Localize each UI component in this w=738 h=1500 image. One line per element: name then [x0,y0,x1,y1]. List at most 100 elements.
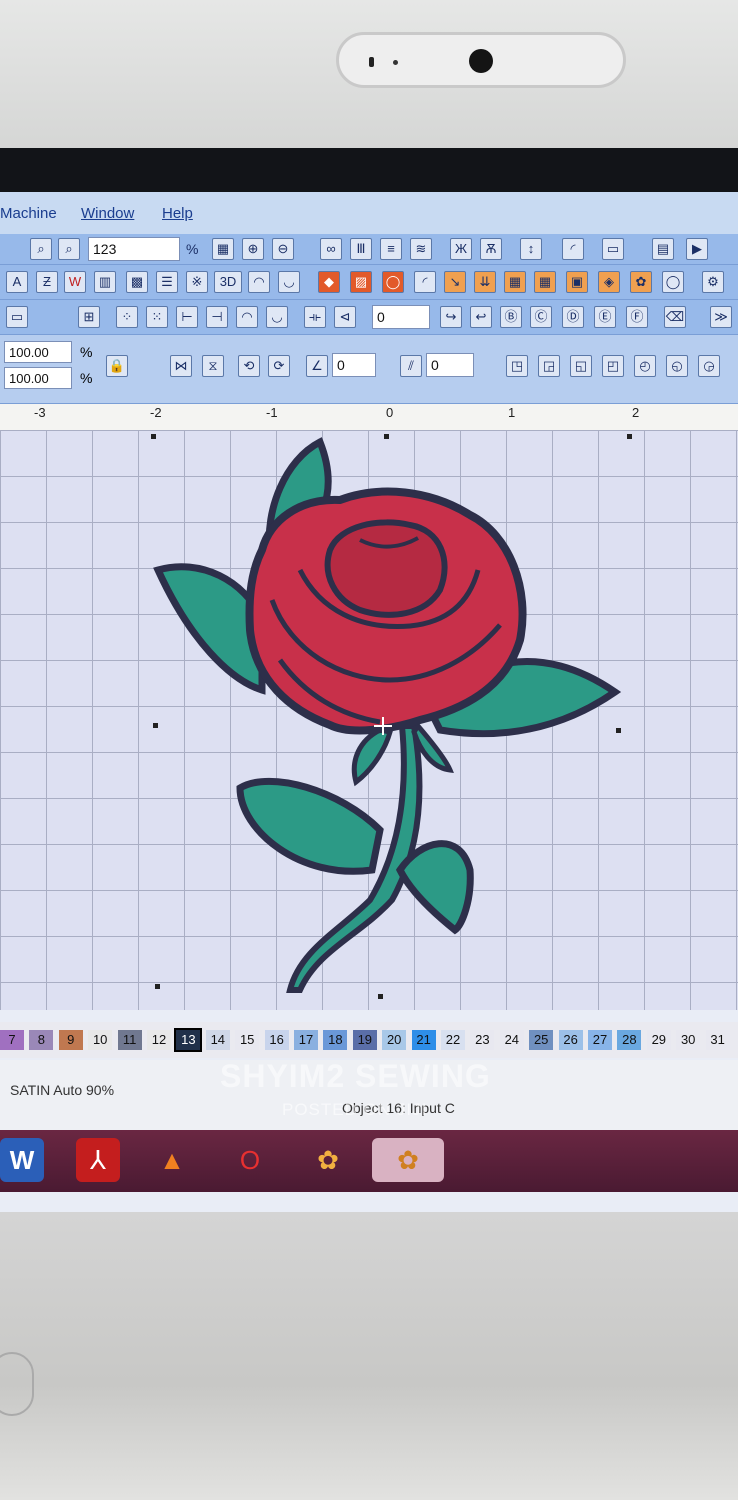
arrange-a-icon[interactable]: ◳ [506,355,528,377]
color-swatch[interactable]: 20 [382,1030,407,1050]
color-swatch[interactable]: 12 [147,1030,171,1050]
lettering-icon[interactable]: A [6,271,28,293]
color-swatch[interactable]: 11 [117,1030,142,1050]
embroidery-app-icon[interactable]: ✿ [306,1138,350,1182]
embroidery-app-active-icon[interactable]: ✿ [372,1138,444,1182]
color-swatch[interactable]: 21 [411,1030,436,1050]
color-select-icon[interactable]: ✿ [630,271,652,293]
gradient-icon[interactable]: ▥ [94,271,116,293]
color-swatch[interactable]: 10 [88,1030,113,1050]
arrange-g-icon[interactable]: ◶ [698,355,720,377]
arc-left-icon[interactable]: ◠ [236,306,258,328]
3d-icon[interactable]: 3D [214,271,242,293]
input-c-icon[interactable]: ◯ [382,271,404,293]
more-icon[interactable]: ≫ [710,306,732,328]
input-a-icon[interactable]: ◆ [318,271,340,293]
tool-e1-icon[interactable]: ↪ [440,306,462,328]
print-icon[interactable]: ▤ [652,238,674,260]
zoom-in-icon[interactable]: ⌕ [30,238,52,260]
stitch-mode-icon[interactable]: ∞ [320,238,342,260]
flip-v-icon[interactable]: ⧖ [202,355,224,377]
wordart-icon[interactable]: W [64,271,86,293]
tool-e6-icon[interactable]: Ⓔ [594,306,616,328]
menu-machine[interactable]: Machine [0,205,57,222]
zoom-previous-icon[interactable]: ⊖ [272,238,294,260]
rotate-left-icon[interactable]: ⟲ [238,355,260,377]
vlc-app-icon[interactable]: ▲ [150,1138,194,1182]
color-swatch[interactable]: 28 [617,1030,642,1050]
stitch-value-input[interactable] [372,305,430,329]
mirror-h-icon[interactable]: ⟛ [304,306,326,328]
lines-icon[interactable]: ☰ [156,271,178,293]
mirror-v-icon[interactable]: ⊲ [334,306,356,328]
fill-pattern-icon[interactable]: ≡ [380,238,402,260]
input-b-icon[interactable]: ▨ [350,271,372,293]
color-swatch[interactable]: 15 [235,1030,260,1050]
dots-a-icon[interactable]: ⁘ [116,306,138,328]
lock-proportions-icon[interactable]: 🔒 [106,355,128,377]
monitor-icon[interactable]: ▭ [602,238,624,260]
align-left-icon[interactable]: ⊢ [176,306,198,328]
opera-app-icon[interactable]: O [228,1138,272,1182]
monogram-icon[interactable]: Ƶ [36,271,58,293]
effect-b-icon[interactable]: ◡ [278,271,300,293]
zoom-out-icon[interactable]: ⌕ [58,238,80,260]
tool-e5-icon[interactable]: Ⓓ [562,306,584,328]
color-swatch[interactable]: 27 [588,1030,612,1050]
color-swatch[interactable]: 23 [470,1030,495,1050]
arrange-d-icon[interactable]: ◰ [602,355,624,377]
run-icon[interactable]: ↘ [444,271,466,293]
tool-e3-icon[interactable]: Ⓑ [500,306,522,328]
align-right-icon[interactable]: ⊣ [206,306,228,328]
arrange-c-icon[interactable]: ◱ [570,355,592,377]
word-app-icon[interactable]: W [0,1138,44,1182]
color-swatch[interactable]: 13 [174,1028,203,1052]
triple-run-icon[interactable]: ⇊ [474,271,496,293]
satin-column-icon[interactable]: Ⅲ [350,238,372,260]
color-swatch[interactable]: 24 [499,1030,524,1050]
color-swatch[interactable]: 18 [323,1030,348,1050]
power-button-icon[interactable] [0,1352,34,1416]
color-swatch[interactable]: 26 [558,1030,583,1050]
flip-h-icon[interactable]: ⋈ [170,355,192,377]
arrange-b-icon[interactable]: ◲ [538,355,560,377]
pdf-reader-app-icon[interactable]: ⅄ [76,1138,120,1182]
design-canvas[interactable] [0,430,738,1010]
stitch-player-icon[interactable]: ▶ [686,238,708,260]
zoom-region-icon[interactable]: ⊕ [242,238,264,260]
tool-e7-icon[interactable]: Ⓕ [626,306,648,328]
rotate-right-icon[interactable]: ⟳ [268,355,290,377]
picture-icon[interactable]: ▣ [566,271,588,293]
circle-icon[interactable]: ◯ [662,271,684,293]
color-swatch[interactable]: 16 [264,1030,289,1050]
chain-icon[interactable]: ⊞ [78,306,100,328]
slant-icon[interactable]: ⫽ [400,355,422,377]
color-swatch[interactable]: 7 [0,1030,24,1050]
rose-embroidery-design[interactable] [0,430,738,1010]
color-swatch[interactable]: 14 [205,1030,230,1050]
angle-input[interactable] [332,353,376,377]
tool-e2-icon[interactable]: ↩ [470,306,492,328]
scale-height-input[interactable] [4,367,72,389]
effect-a-icon[interactable]: ◠ [248,271,270,293]
sort-icon[interactable]: ↕ [520,238,542,260]
freehand-icon[interactable]: ◜ [414,271,436,293]
angle-icon[interactable]: ∠ [306,355,328,377]
zoom-input[interactable] [88,237,180,261]
select-icon[interactable]: ▭ [6,306,28,328]
color-swatch[interactable]: 9 [58,1030,83,1050]
color-swatch[interactable]: 17 [294,1030,318,1050]
color-swatch[interactable]: 29 [646,1030,671,1050]
eraser-icon[interactable]: ⌫ [664,306,686,328]
color-swatch[interactable]: 8 [29,1030,54,1050]
menu-window[interactable]: Window [81,205,134,222]
run-stitch-icon[interactable]: ≋ [410,238,432,260]
dots-b-icon[interactable]: ⁙ [146,306,168,328]
tatami-icon[interactable]: ▦ [504,271,526,293]
satin-area-icon[interactable]: ▦ [534,271,556,293]
arrange-f-icon[interactable]: ◵ [666,355,688,377]
arc-icon[interactable]: ◜ [562,238,584,260]
motif-b-icon[interactable]: Ѫ [480,238,502,260]
zoom-fit-icon[interactable]: ▦ [212,238,234,260]
color-swatch[interactable]: 31 [705,1030,730,1050]
